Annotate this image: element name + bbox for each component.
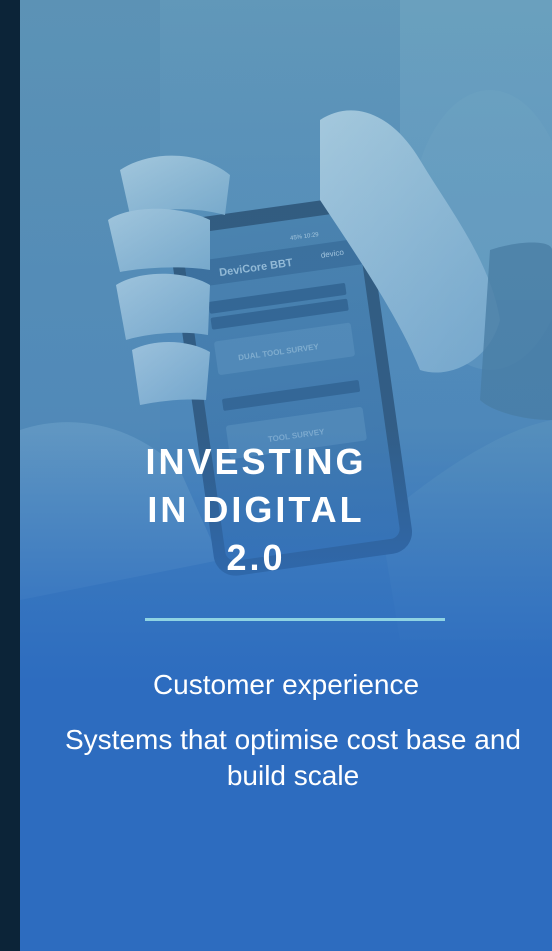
headline-line-1: INVESTING (145, 441, 367, 482)
headline: INVESTING IN DIGITAL 2.0 (0, 438, 532, 582)
point-customer-experience: Customer experience (152, 669, 420, 700)
headline-line-3: 2.0 (226, 537, 286, 578)
hand-holding-phone-photo: DeviCore BBT devico 45% 10:29 DUAL TOOL … (20, 0, 552, 700)
point-systems: Systems that optimise cost base and buil… (65, 724, 521, 791)
headline-line-2: IN DIGITAL (147, 489, 365, 530)
divider (145, 618, 445, 621)
page: DeviCore BBT devico 45% 10:29 DUAL TOOL … (0, 0, 552, 951)
